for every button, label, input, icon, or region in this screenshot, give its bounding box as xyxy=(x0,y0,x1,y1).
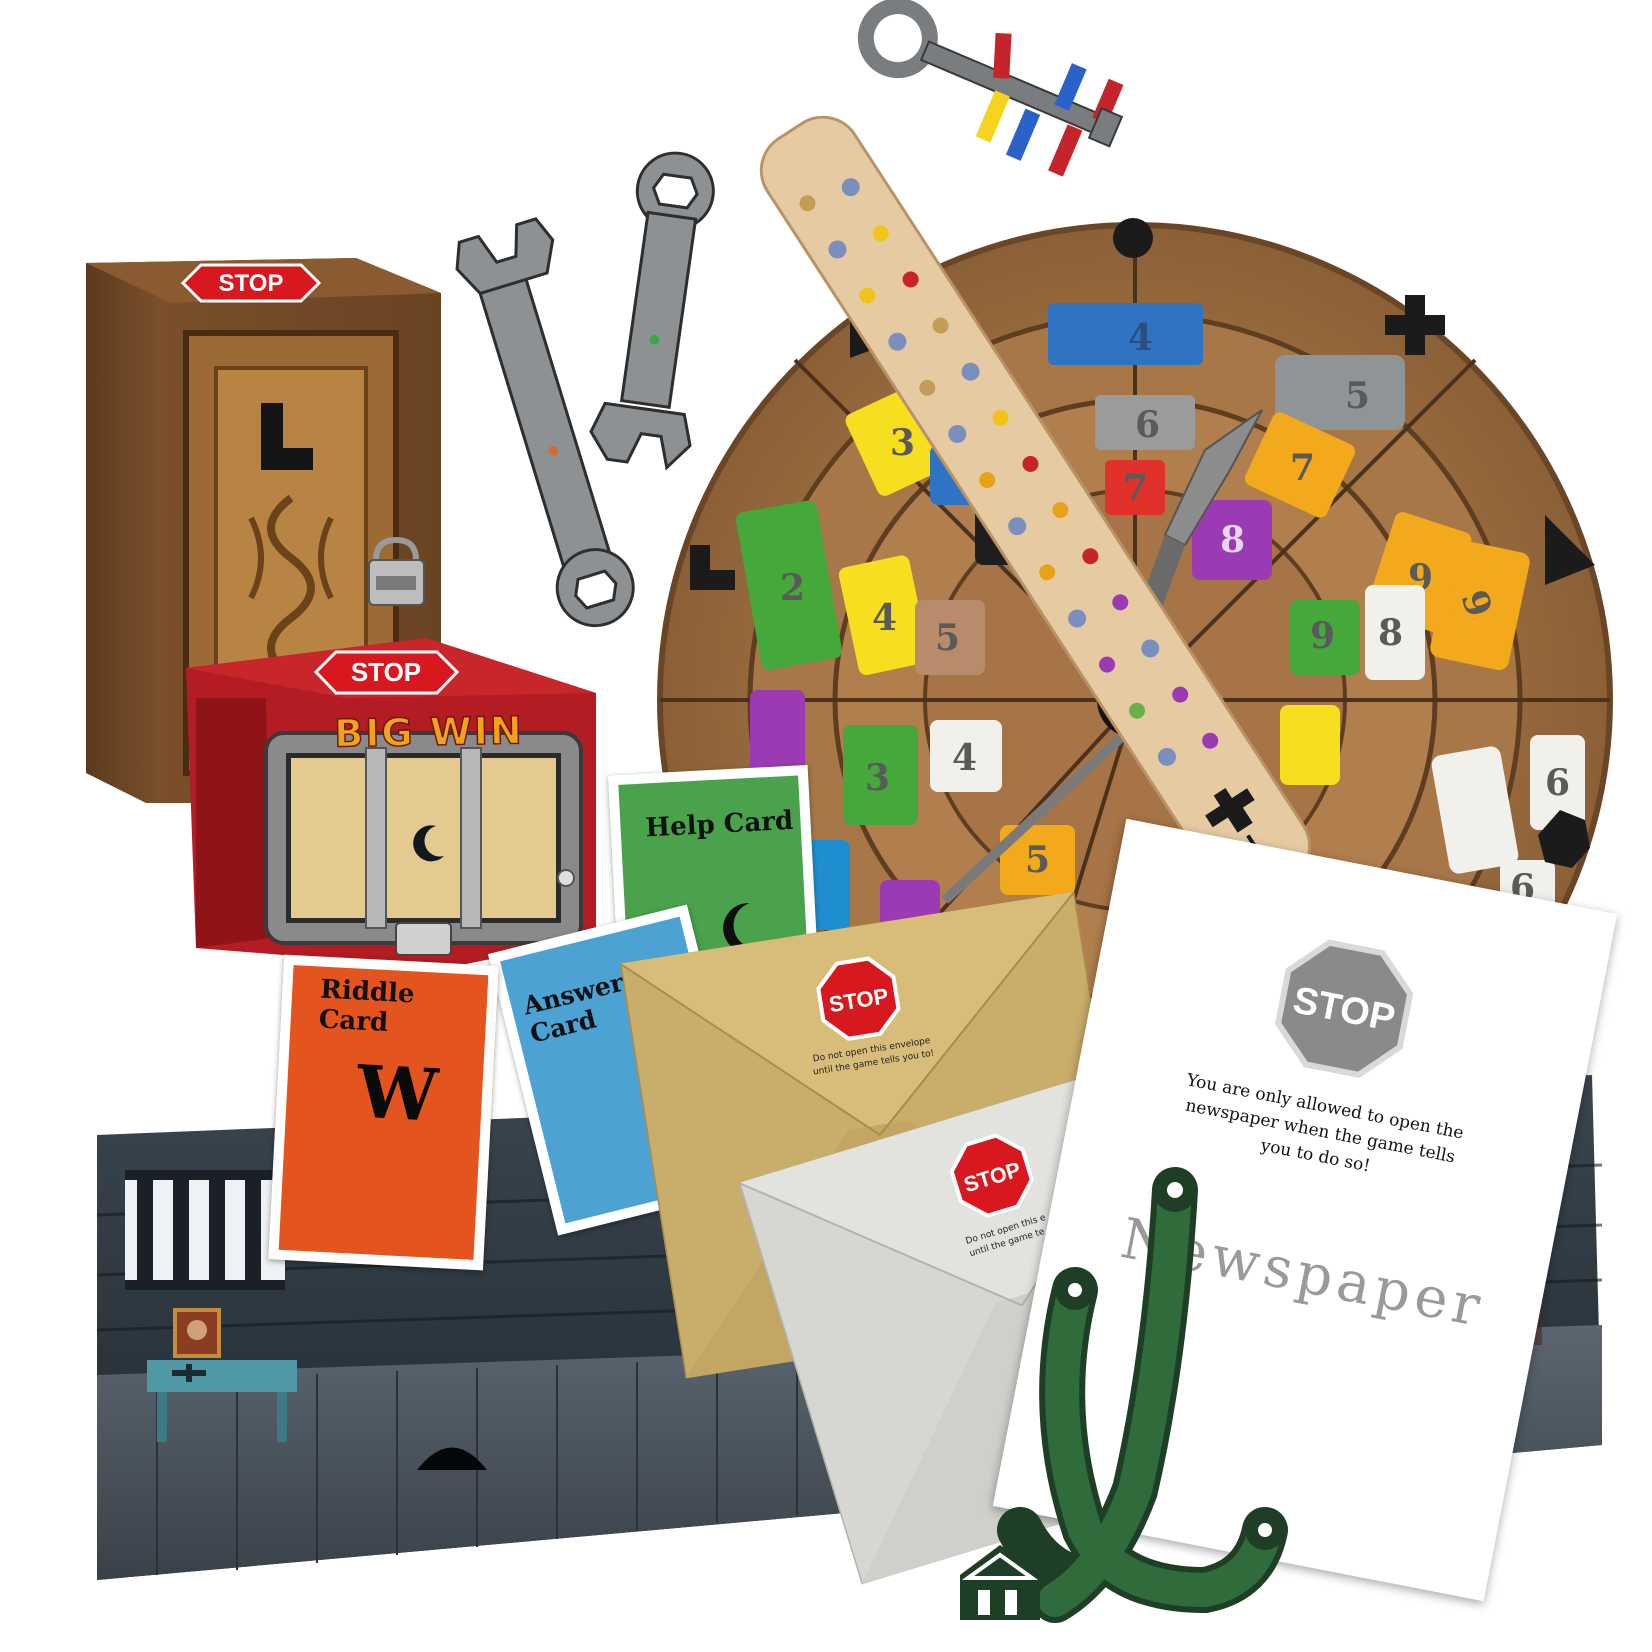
forked-path-piece[interactable] xyxy=(0,0,1652,1652)
